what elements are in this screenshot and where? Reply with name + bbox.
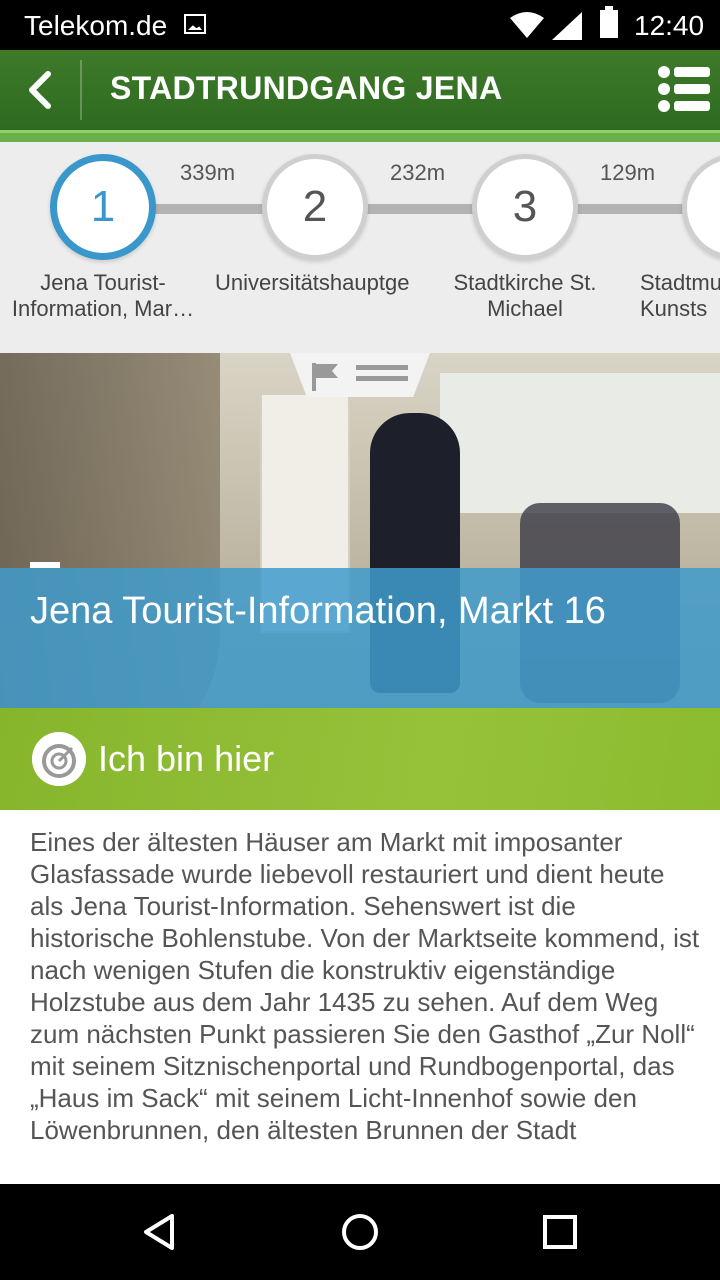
recents-square-icon[interactable]	[540, 1212, 580, 1252]
step-label-line: Stadtmu	[640, 270, 720, 295]
flag-icon[interactable]	[310, 361, 340, 391]
page-title: STADTRUNDGANG JENA	[110, 70, 503, 106]
step-4-label[interactable]: Stadtmu Kunsts	[640, 270, 720, 322]
tour-stepper[interactable]: 339m 232m 129m 1 2 3 4 Jena Tourist- Inf…	[0, 142, 720, 354]
home-circle-icon[interactable]	[340, 1212, 380, 1252]
caption-indicator	[30, 562, 60, 568]
status-bar: Telekom.de 12:40	[0, 0, 720, 50]
location-title: Jena Tourist-Information, Markt 16	[30, 590, 606, 632]
step-label-line: Universitätshauptge	[215, 270, 410, 295]
list-menu-icon[interactable]	[656, 64, 710, 114]
checkin-button[interactable]: Ich bin hier	[0, 708, 720, 810]
step-4-button[interactable]: 4	[682, 154, 720, 260]
distance-label: 339m	[180, 160, 236, 185]
step-3-label[interactable]: Stadtkirche St. Michael	[425, 270, 625, 322]
distance-label: 232m	[390, 160, 446, 185]
step-1-label[interactable]: Jena Tourist- Information, Mar…	[3, 270, 203, 322]
signal-icon	[552, 12, 582, 40]
step-label-line: Information, Mar…	[11, 296, 195, 321]
step-number: 1	[90, 182, 116, 231]
checkin-label: Ich bin hier	[98, 738, 275, 779]
panel-handle[interactable]	[290, 353, 430, 397]
step-label-line: Stadtkirche St.	[453, 270, 597, 295]
app-bar-accent	[0, 130, 720, 142]
back-chevron-icon[interactable]	[18, 66, 62, 114]
description-text: Eines der ältesten Häuser am Markt mit i…	[30, 827, 700, 1145]
system-nav-bar	[0, 1184, 720, 1280]
track-segment	[570, 204, 700, 214]
step-label-line: Michael	[487, 296, 563, 321]
track-segment	[150, 204, 280, 214]
clock: 12:40	[634, 10, 705, 41]
step-1-button[interactable]: 1	[50, 154, 156, 260]
photo-window	[440, 373, 720, 513]
track-segment	[360, 204, 490, 214]
location-photo: Jena Tourist-Information, Markt 16	[0, 353, 720, 708]
location-caption: Jena Tourist-Information, Markt 16	[0, 562, 720, 708]
step-number: 2	[302, 182, 328, 231]
target-icon	[32, 732, 86, 786]
step-label-line: Jena Tourist-	[40, 270, 166, 295]
step-label-line: Kunsts	[640, 296, 708, 321]
step-number: 3	[512, 182, 538, 231]
battery-icon	[600, 6, 618, 38]
description-panel[interactable]: Eines der ältesten Häuser am Markt mit i…	[0, 810, 720, 1184]
app-bar-divider	[80, 60, 82, 120]
step-2-button[interactable]: 2	[262, 154, 368, 260]
image-notification-icon	[184, 14, 206, 34]
wifi-icon	[510, 12, 544, 38]
step-2-label[interactable]: Universitätshauptge	[215, 270, 420, 296]
back-triangle-icon[interactable]	[140, 1212, 180, 1252]
distance-label: 129m	[600, 160, 656, 185]
step-3-button[interactable]: 3	[472, 154, 578, 260]
app-bar: STADTRUNDGANG JENA	[0, 50, 720, 130]
lines-icon[interactable]	[356, 365, 408, 387]
carrier-name: Telekom.de	[24, 10, 168, 41]
